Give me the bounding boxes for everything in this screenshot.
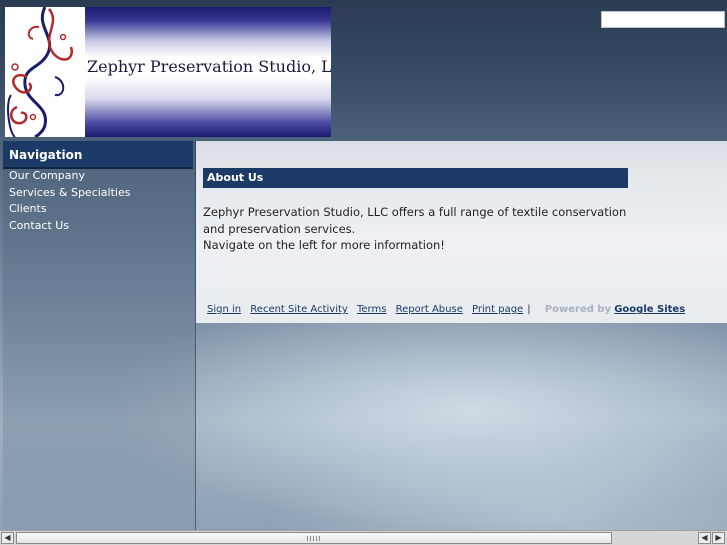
- nav-item-contact-us[interactable]: Contact Us: [9, 218, 130, 235]
- powered-by-label: Powered by: [544, 304, 612, 315]
- arrow-right-icon[interactable]: ▶: [712, 532, 725, 544]
- site-footer: Sign in Recent Site Activity Terms Repor…: [207, 304, 685, 315]
- scroll-ornament-logo: [5, 7, 85, 137]
- horizontal-scrollbar[interactable]: ◀ ◀ ▶: [0, 530, 727, 545]
- grip-icon: [307, 536, 321, 541]
- nav-list: Our Company Services & Specialties Clien…: [9, 168, 130, 234]
- main-content: About Us Zephyr Preservation Studio, LLC…: [196, 141, 727, 323]
- search-input[interactable]: [601, 11, 725, 28]
- site-title[interactable]: Zephyr Preservation Studio, LLC: [87, 57, 331, 76]
- sidebar: Navigation Our Company Services & Specia…: [3, 141, 196, 530]
- arrow-left-icon[interactable]: ◀: [698, 532, 711, 544]
- print-page-link[interactable]: Print page: [472, 304, 523, 315]
- arrow-left-icon[interactable]: ◀: [1, 532, 14, 544]
- nav-item-services-specialties[interactable]: Services & Specialties: [9, 185, 130, 202]
- recent-site-activity-link[interactable]: Recent Site Activity: [250, 304, 348, 315]
- page-title: About Us: [203, 168, 628, 188]
- sign-in-link[interactable]: Sign in: [207, 304, 241, 315]
- scrollbar-thumb[interactable]: [16, 532, 612, 544]
- body-paragraph: Navigate on the left for more informatio…: [203, 238, 445, 252]
- site-banner[interactable]: Zephyr Preservation Studio, LLC: [5, 7, 331, 137]
- nav-heading: Navigation: [3, 141, 193, 169]
- body-paragraph: Zephyr Preservation Studio, LLC offers a…: [203, 205, 627, 236]
- nav-item-our-company[interactable]: Our Company: [9, 168, 130, 185]
- page-background: Zephyr Preservation Studio, LLC Navigati…: [0, 0, 727, 545]
- footer-separator: |: [527, 304, 531, 315]
- terms-link[interactable]: Terms: [357, 304, 386, 315]
- nav-item-clients[interactable]: Clients: [9, 201, 130, 218]
- report-abuse-link[interactable]: Report Abuse: [396, 304, 463, 315]
- google-sites-link[interactable]: Google Sites: [614, 304, 685, 315]
- page-body: Zephyr Preservation Studio, LLC offers a…: [203, 204, 633, 254]
